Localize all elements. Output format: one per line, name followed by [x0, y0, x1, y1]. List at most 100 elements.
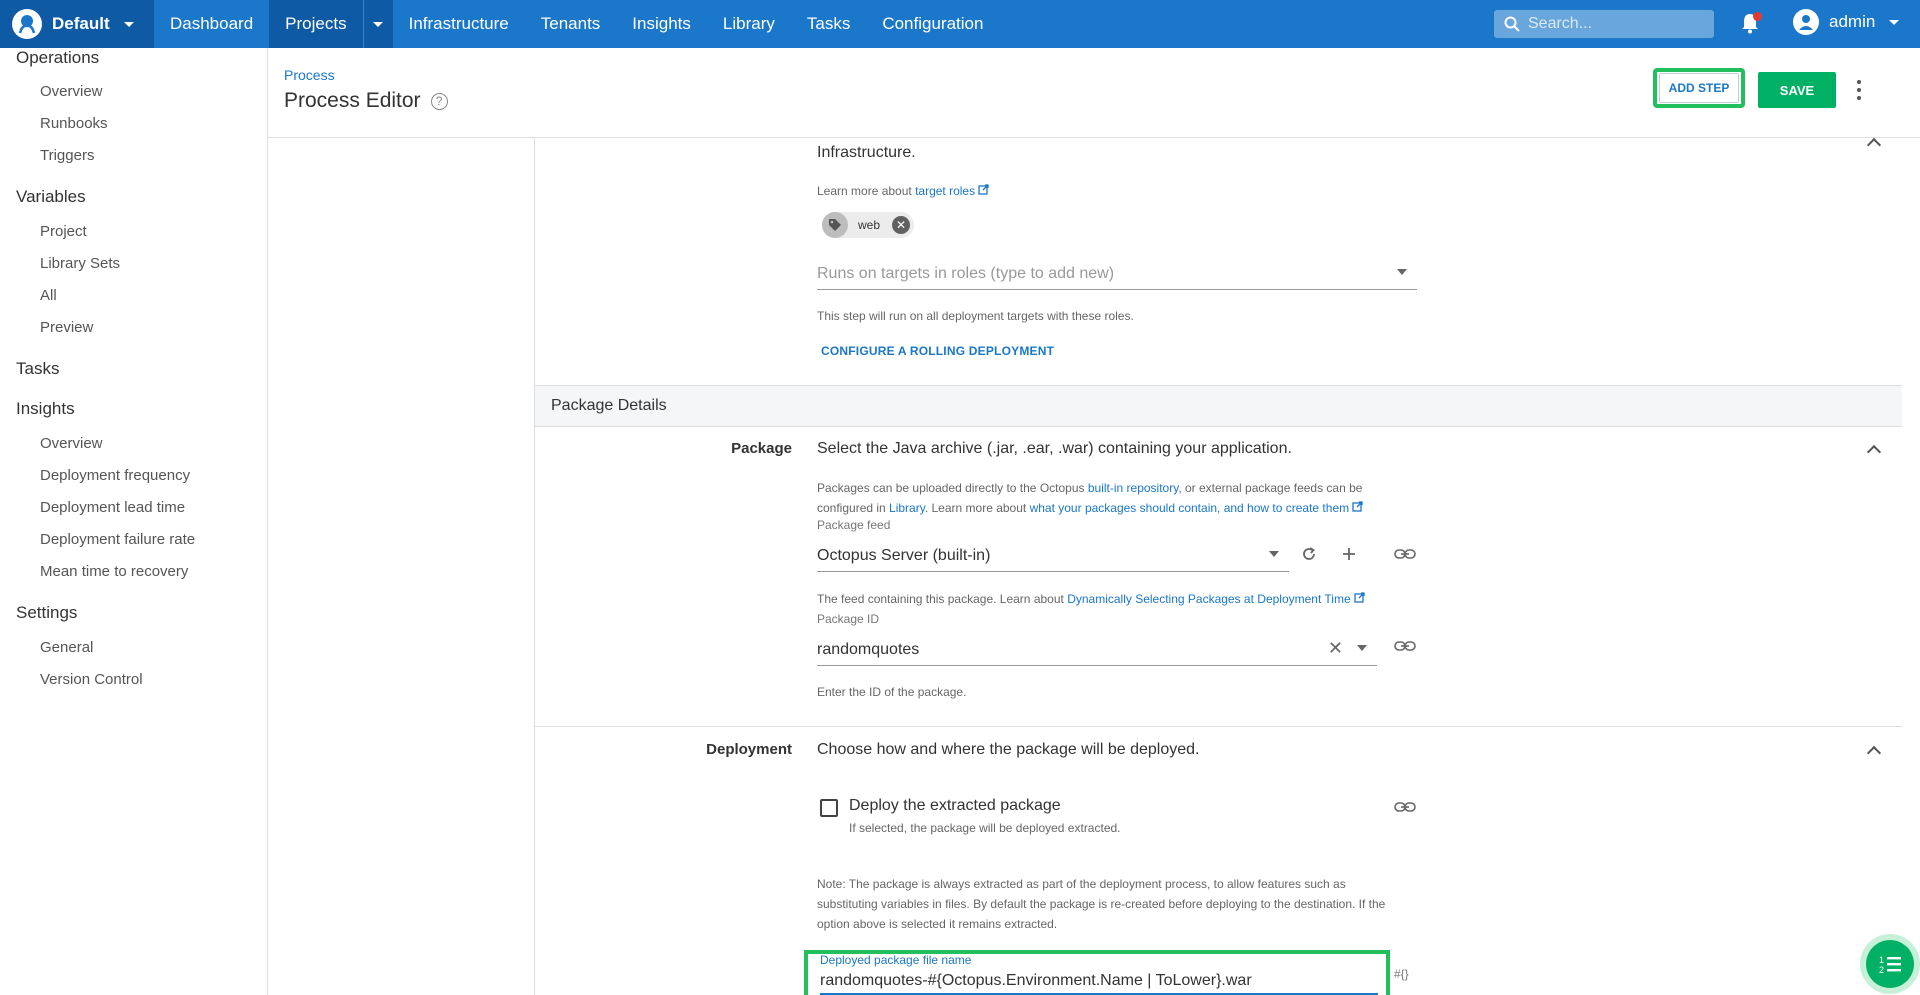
nav-projects[interactable]: Projects: [269, 0, 363, 48]
sidebar-item-project[interactable]: Project: [40, 223, 87, 240]
sidebar-item-mean-time-to-recovery[interactable]: Mean time to recovery: [40, 563, 188, 580]
deployment-note: Note: The package is always extracted as…: [817, 877, 1386, 931]
sidebar-item-insights-overview[interactable]: Overview: [40, 435, 103, 452]
file-name-value: randomquotes-#{Octopus.Environment.Name …: [820, 972, 1252, 989]
deployment-label: Deployment: [706, 741, 792, 758]
page-header: Process Process Editor ? ADD STEP SAVE: [268, 48, 1920, 138]
search-box[interactable]: [1494, 10, 1714, 38]
sidebar-item-preview[interactable]: Preview: [40, 319, 93, 336]
remove-role-icon[interactable]: ✕: [892, 216, 910, 234]
nav-library[interactable]: Library: [707, 0, 791, 48]
package-contents-link[interactable]: what your packages should contain, and h…: [1030, 501, 1350, 515]
deploy-extracted-help: If selected, the package will be deploye…: [849, 821, 1121, 835]
chevron-down-icon: [123, 21, 134, 27]
projects-dropdown-button[interactable]: [362, 0, 393, 48]
nav-dashboard[interactable]: Dashboard: [154, 0, 269, 48]
notifications-bell-icon[interactable]: [1740, 12, 1764, 36]
svg-text:2: 2: [1879, 965, 1884, 975]
nav-tenants[interactable]: Tenants: [525, 0, 617, 48]
package-description: Select the Java archive (.jar, .ear, .wa…: [817, 440, 1292, 457]
roles-input-placeholder: Runs on targets in roles (type to add ne…: [817, 265, 1115, 282]
sidebar-item-deployment-lead-time[interactable]: Deployment lead time: [40, 499, 185, 516]
infrastructure-link[interactable]: Infrastructure.: [817, 144, 916, 162]
page-title: Process Editor ?: [284, 89, 448, 113]
external-link-icon: [1354, 592, 1365, 603]
configure-rolling-deployment-button[interactable]: CONFIGURE A ROLLING DEPLOYMENT: [821, 344, 1054, 358]
chevron-down-icon: [1397, 269, 1407, 275]
roles-help-text: This step will run on all deployment tar…: [817, 309, 1134, 323]
nav-infrastructure[interactable]: Infrastructure: [393, 0, 525, 48]
bind-link-icon[interactable]: [1394, 640, 1416, 652]
deployed-package-file-name-input[interactable]: Deployed package file name randomquotes-…: [804, 950, 1390, 995]
help-icon[interactable]: ?: [430, 92, 448, 110]
nav-configuration[interactable]: Configuration: [866, 0, 999, 48]
refresh-icon[interactable]: [1300, 545, 1318, 563]
external-link-icon: [978, 184, 990, 195]
sidebar-item-triggers[interactable]: Triggers: [40, 147, 94, 164]
bind-link-icon[interactable]: [1394, 801, 1416, 813]
sidebar-item-operations-overview[interactable]: Overview: [40, 83, 103, 100]
package-id-input[interactable]: Package ID randomquotes ✕: [817, 612, 1377, 666]
list-icon: 12: [1866, 940, 1914, 988]
package-feed-help: The feed containing this package. Learn …: [817, 589, 1365, 609]
add-feed-icon[interactable]: [1340, 545, 1358, 563]
deploy-extracted-checkbox[interactable]: [820, 799, 838, 817]
search-icon: [1504, 16, 1520, 32]
target-roles-link[interactable]: target roles: [915, 184, 975, 198]
breadcrumb[interactable]: Process: [284, 67, 335, 83]
clear-icon[interactable]: ✕: [1328, 638, 1343, 659]
package-id-value: randomquotes: [817, 641, 920, 658]
package-id-help: Enter the ID of the package.: [817, 685, 967, 699]
library-link[interactable]: Library: [889, 501, 925, 515]
search-input[interactable]: [1528, 15, 1698, 33]
sidebar-item-runbooks[interactable]: Runbooks: [40, 115, 108, 132]
package-feed-select[interactable]: Package feed Octopus Server (built-in): [817, 518, 1289, 572]
save-button[interactable]: SAVE: [1758, 72, 1836, 108]
svg-text:1: 1: [1879, 955, 1884, 965]
sidebar-item-deployment-frequency[interactable]: Deployment frequency: [40, 467, 190, 484]
nav-tasks[interactable]: Tasks: [791, 0, 866, 48]
package-label: Package: [731, 440, 792, 457]
package-feed-value: Octopus Server (built-in): [817, 547, 991, 564]
role-chip: web ✕: [822, 212, 914, 238]
section-divider: [535, 726, 1902, 727]
user-name: admin: [1829, 12, 1876, 31]
sidebar-item-library-sets[interactable]: Library Sets: [40, 255, 120, 272]
file-name-caption: Deployed package file name: [820, 953, 972, 967]
sidebar-item-version-control[interactable]: Version Control: [40, 671, 143, 688]
add-step-button[interactable]: ADD STEP: [1653, 68, 1745, 108]
more-options-icon[interactable]: [1857, 80, 1863, 100]
insert-variable-button[interactable]: #{}: [1394, 967, 1409, 981]
octopus-logo-icon: [12, 9, 42, 39]
nav-insights[interactable]: Insights: [616, 0, 707, 48]
built-in-repository-link[interactable]: built-in repository: [1088, 481, 1178, 495]
chevron-down-icon: [1889, 19, 1900, 25]
deployment-description: Choose how and where the package will be…: [817, 741, 1200, 758]
sidebar-item-all[interactable]: All: [40, 287, 57, 304]
sidebar-group-operations: Operations: [16, 48, 100, 67]
roles-input[interactable]: Runs on targets in roles (type to add ne…: [817, 256, 1417, 290]
sidebar-item-general[interactable]: General: [40, 639, 93, 656]
user-menu[interactable]: admin: [1793, 9, 1900, 35]
chevron-down-icon: [373, 21, 384, 27]
sidebar-group-settings: Settings: [16, 603, 78, 622]
package-help: Packages can be uploaded directly to the…: [817, 481, 1364, 515]
dynamic-packages-link[interactable]: Dynamically Selecting Packages at Deploy…: [1067, 592, 1350, 606]
notification-badge: [1753, 12, 1762, 21]
chevron-down-icon: [1269, 551, 1279, 557]
section-title: Package Details: [551, 397, 667, 414]
sidebar-group-tasks[interactable]: Tasks: [16, 359, 59, 379]
sidebar-group-insights: Insights: [16, 399, 75, 418]
chevron-down-icon: [1357, 645, 1367, 651]
space-switcher[interactable]: Default: [0, 0, 154, 48]
steps-list-fab[interactable]: 12: [1860, 934, 1920, 994]
package-details-section: Package Details: [535, 385, 1902, 427]
package-feed-caption: Package feed: [817, 518, 891, 532]
project-sidebar: Operations Overview Runbooks Triggers Va…: [0, 48, 268, 995]
sidebar-group-variables: Variables: [16, 187, 86, 206]
role-chip-label: web: [858, 218, 881, 232]
sidebar-item-deployment-failure-rate[interactable]: Deployment failure rate: [40, 531, 195, 548]
bind-link-icon[interactable]: [1394, 548, 1416, 560]
avatar: [1793, 9, 1819, 35]
tag-icon: [822, 212, 848, 238]
